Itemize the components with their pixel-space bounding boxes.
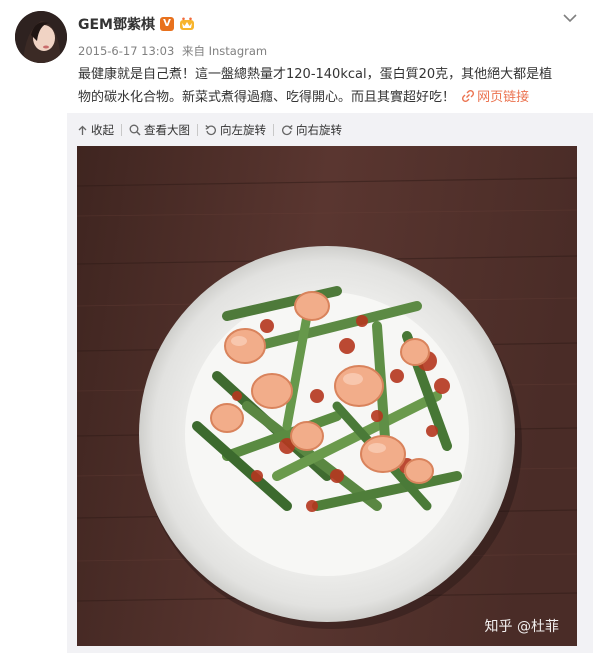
username-row: GEM鄧紫棋 V [78, 14, 195, 34]
rotate-right-button[interactable]: 向右旋转 [281, 122, 342, 138]
collapse-label: 收起 [91, 123, 114, 137]
web-link[interactable]: 网页链接 [459, 89, 530, 105]
toolbar-divider [273, 124, 274, 136]
post-text-line-2-content: 物的碳水化合物。新菜式煮得過癮、吃得開心。而且其實超好吃！ [78, 90, 456, 105]
toolbar-divider [121, 124, 122, 136]
view-large-label: 查看大图 [144, 123, 190, 137]
post-meta: 2015-6-17 13:03 来自 Instagram [78, 43, 267, 59]
chevron-down-icon[interactable] [562, 10, 578, 26]
toolbar-divider [197, 124, 198, 136]
post-date[interactable]: 2015-6-17 13:03 [78, 44, 174, 58]
food-photo-image [77, 146, 577, 646]
verified-badge: V [160, 17, 174, 31]
rotate-right-icon [282, 125, 293, 136]
watermark-text: 知乎 @杜菲 [484, 619, 559, 635]
image-toolbar: 收起 查看大图 向左旋转 向右旋转 [77, 121, 342, 139]
view-large-button[interactable]: 查看大图 [129, 122, 190, 138]
rotate-left-label: 向左旋转 [220, 123, 266, 137]
crown-icon [180, 17, 194, 30]
watermark: 知乎 @杜菲 [485, 616, 559, 636]
post-text-line-1: 最健康就是自己煮！這一盤總熱量才120-140kcal，蛋白質20克，其他絕大都… [78, 67, 553, 82]
post-text: 最健康就是自己煮！這一盤總熱量才120-140kcal，蛋白質20克，其他絕大都… [78, 63, 583, 109]
weibo-post: GEM鄧紫棋 V 2015-6-17 13:03 来自 Instagram 最健… [0, 0, 593, 653]
post-text-line-2: 物的碳水化合物。新菜式煮得過癮、吃得開心。而且其實超好吃！ 网页链接 [78, 86, 583, 109]
post-source: 来自 Instagram [181, 44, 268, 58]
post-photo[interactable]: 知乎 @杜菲 [77, 146, 577, 646]
username[interactable]: GEM鄧紫棋 [78, 14, 155, 34]
collapse-button[interactable]: 收起 [77, 122, 114, 138]
rotate-right-label: 向右旋转 [296, 123, 342, 137]
rotate-left-button[interactable]: 向左旋转 [205, 122, 266, 138]
link-icon [462, 89, 475, 103]
collapse-arrow-icon [78, 125, 87, 135]
web-link-label: 网页链接 [477, 90, 530, 105]
zoom-icon [129, 124, 141, 136]
rotate-left-icon [205, 125, 216, 136]
avatar[interactable] [15, 11, 67, 63]
